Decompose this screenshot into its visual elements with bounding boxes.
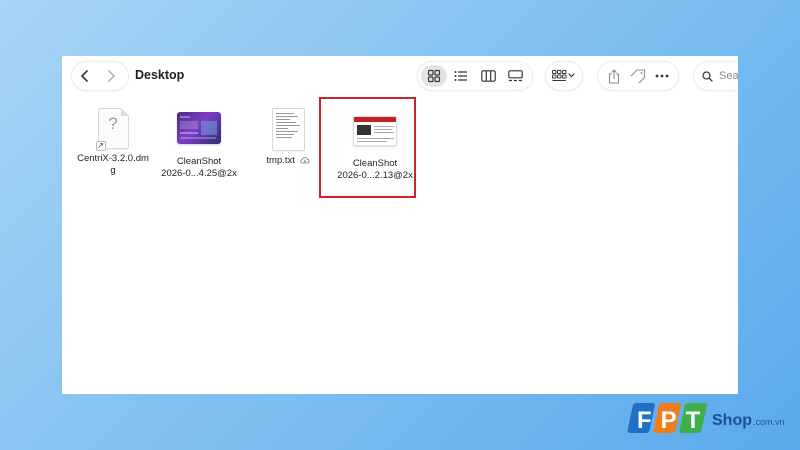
back-button[interactable] <box>72 62 98 90</box>
file-item[interactable]: tmp.txt <box>258 108 318 167</box>
list-icon <box>454 71 467 81</box>
forward-button[interactable] <box>98 62 124 90</box>
icloud-download-icon[interactable] <box>299 156 310 164</box>
group-by-button[interactable] <box>546 62 582 90</box>
grid-icon <box>427 69 441 83</box>
more-button[interactable] <box>651 65 673 87</box>
share-button[interactable] <box>603 65 625 87</box>
file-item[interactable]: CleanShot 2026-0...4.25@2x <box>158 112 240 180</box>
search-field[interactable]: Sear <box>694 62 738 90</box>
svg-text:Shop: Shop <box>712 412 752 429</box>
gallery-icon <box>507 70 523 82</box>
file-name: tmp.txt <box>258 155 318 167</box>
gallery-view-button[interactable] <box>502 65 528 87</box>
window-title: Desktop <box>135 68 185 82</box>
icon-view-button[interactable] <box>421 65 447 87</box>
search-icon <box>702 70 713 82</box>
chevron-left-icon <box>81 70 88 82</box>
file-item[interactable]: ? ↗ CentriX-3.2.0.dm g <box>76 108 150 177</box>
navigation-group <box>72 62 128 90</box>
file-name: CentriX-3.2.0.dm g <box>77 153 149 176</box>
tag-button[interactable] <box>627 65 649 87</box>
highlight-frame <box>319 97 416 198</box>
ellipsis-icon <box>655 74 669 78</box>
view-mode-group <box>418 62 532 90</box>
chevron-right-icon <box>108 70 115 82</box>
svg-text:.com.vn: .com.vn <box>753 417 785 427</box>
list-view-button[interactable] <box>448 65 474 87</box>
columns-icon <box>480 70 496 82</box>
fpt-shop-logo: FPT Shop .com.vn <box>627 403 785 434</box>
toolbar: Desktop Sea <box>62 56 738 96</box>
action-group <box>598 62 678 90</box>
alias-arrow-icon: ↗ <box>95 141 106 151</box>
share-icon <box>608 68 620 84</box>
question-mark-icon: ? <box>108 114 118 133</box>
tag-icon <box>630 69 646 83</box>
svg-text:FPT: FPT <box>637 407 709 434</box>
text-file-icon <box>271 108 305 151</box>
column-view-button[interactable] <box>475 65 501 87</box>
group-grid-icon <box>552 70 575 81</box>
screenshot-thumbnail <box>177 112 221 144</box>
search-placeholder: Sear <box>719 70 738 82</box>
dmg-file-icon: ? ↗ <box>95 108 129 151</box>
file-name: CleanShot 2026-0...4.25@2x <box>161 156 237 179</box>
